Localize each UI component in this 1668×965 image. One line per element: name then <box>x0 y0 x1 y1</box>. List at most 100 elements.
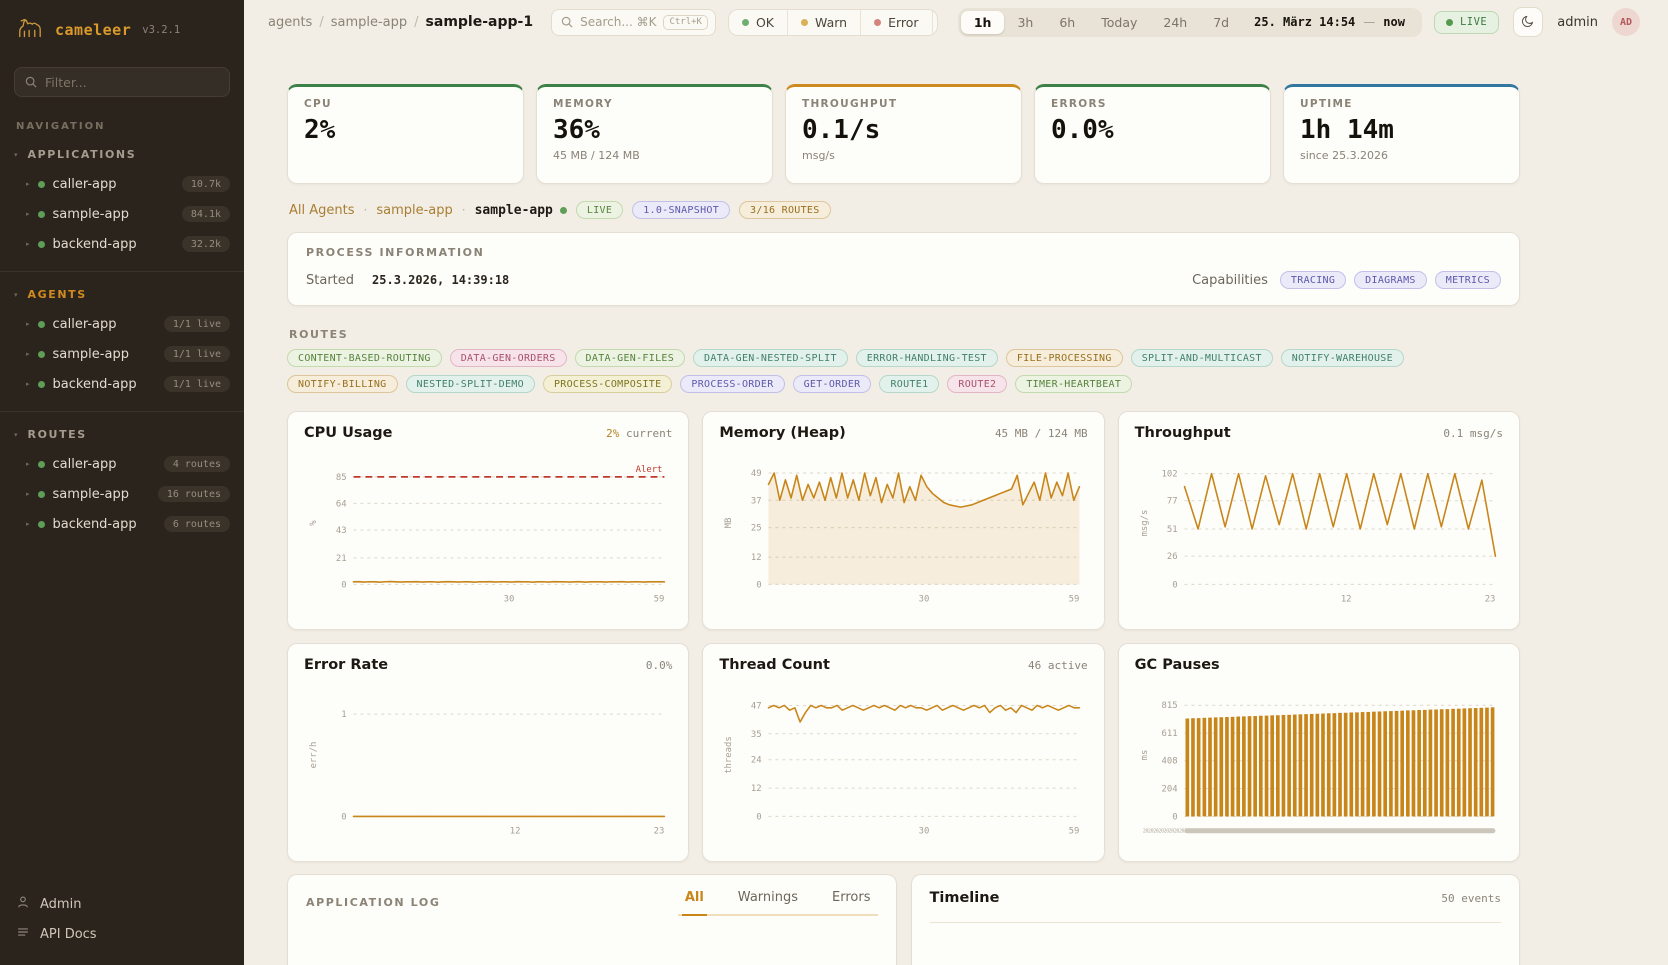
svg-text:0: 0 <box>341 812 346 822</box>
time-display[interactable]: 25. März 14:54 — now <box>1242 15 1419 29</box>
sidebar-item-caller-app[interactable]: ▸caller-app10.7k <box>0 169 244 199</box>
svg-text:102: 102 <box>1161 470 1177 480</box>
route-badge-nested-split-demo[interactable]: NESTED-SPLIT-DEMO <box>406 375 535 393</box>
chart-card-cpu-usage: CPU Usage2% current856443210%3059Alert <box>287 411 689 630</box>
range-button-24h[interactable]: 24h <box>1150 11 1200 34</box>
route-badge-notify-warehouse[interactable]: NOTIFY-WAREHOUSE <box>1281 349 1404 367</box>
route-badge-get-order[interactable]: GET-ORDER <box>793 375 872 393</box>
route-badge-file-processing[interactable]: FILE-PROCESSING <box>1006 349 1123 367</box>
route-badge-timer-heartbeat[interactable]: TIMER-HEARTBEAT <box>1015 375 1132 393</box>
status-filter-error[interactable]: Error <box>860 10 931 35</box>
svg-text:%: % <box>309 520 319 526</box>
sidebar-item-api-docs[interactable]: API Docs <box>16 919 228 949</box>
sidebar-item-sample-app[interactable]: ▸sample-app1/1 live <box>0 339 244 369</box>
chart-meta: 0.1 msg/s <box>1443 427 1503 440</box>
route-badge-content-based-routing[interactable]: CONTENT-BASED-ROUTING <box>287 349 442 367</box>
avatar[interactable]: AD <box>1612 8 1640 36</box>
chart-header: Memory (Heap)45 MB / 124 MB <box>719 425 1087 441</box>
svg-text:msg/s: msg/s <box>1140 510 1150 537</box>
status-dot-icon <box>38 211 45 218</box>
sidebar-section-routes: ▾ROUTES▸caller-app4 routes ▸ sample-app 16 … <box>0 411 244 543</box>
sidebar-item-sample-app[interactable]: ▸sample-app84.1k <box>0 199 244 229</box>
api-docs-link-label: API Docs <box>40 927 97 942</box>
status-filter-warn[interactable]: Warn <box>787 10 860 35</box>
time-from: 25. März 14:54 <box>1254 15 1355 29</box>
route-badge-data-gen-nested-split[interactable]: DATA-GEN-NESTED-SPLIT <box>693 349 848 367</box>
sidebar-item-badge: 16 routes <box>158 486 230 502</box>
range-button-3h[interactable]: 3h <box>1004 11 1046 34</box>
sidebar-item-label: sample-app <box>53 347 156 362</box>
stat-sub: since 25.3.2026 <box>1300 149 1503 162</box>
route-badge-process-order[interactable]: PROCESS-ORDER <box>680 375 784 393</box>
svg-text:0: 0 <box>1172 580 1177 590</box>
breadcrumb-sample-app[interactable]: sample-app <box>331 15 407 30</box>
context-link-sample-app[interactable]: sample-app <box>376 203 452 218</box>
route-badge-data-gen-orders[interactable]: DATA-GEN-ORDERS <box>450 349 567 367</box>
sidebar-item-sample-app[interactable]: ▸ sample-app 16 routes <box>0 479 244 509</box>
status-filter-ok[interactable]: OK <box>729 10 787 35</box>
sidebar-filter[interactable] <box>14 67 230 97</box>
route-badge-notify-billing[interactable]: NOTIFY-BILLING <box>287 375 398 393</box>
log-tab-errors[interactable]: Errors <box>829 890 873 914</box>
chart-card-throughput: Throughput0.1 msg/s1027751260msg/s1223 <box>1118 411 1520 630</box>
sidebar-item-badge: 1/1 live <box>164 376 230 392</box>
theme-toggle-button[interactable] <box>1513 7 1543 37</box>
route-badge-route1[interactable]: ROUTE1 <box>879 375 939 393</box>
log-tab-warnings[interactable]: Warnings <box>735 890 801 914</box>
global-search[interactable]: Search... ⌘K Ctrl+K <box>551 9 716 36</box>
gc-horizontal-scrollbar[interactable] <box>1184 828 1495 833</box>
route-badge-data-gen-files[interactable]: DATA-GEN-FILES <box>575 349 686 367</box>
sidebar-item-label: sample-app <box>53 207 174 222</box>
svg-text:49: 49 <box>751 469 762 479</box>
app-name: cameleer <box>55 21 131 39</box>
sidebar-item-caller-app[interactable]: ▸caller-app4 routes <box>0 449 244 479</box>
route-badge-split-and-multicast[interactable]: SPLIT-AND-MULTICAST <box>1131 349 1273 367</box>
stat-label: CPU <box>304 98 507 110</box>
log-tab-all[interactable]: All <box>682 890 707 916</box>
stat-value: 2% <box>304 115 507 145</box>
sidebar-section-header-agents[interactable]: ▾AGENTS <box>0 284 244 309</box>
chevron-right-icon: ▸ <box>26 320 30 328</box>
svg-text:47: 47 <box>751 701 762 711</box>
range-button-6h[interactable]: 6h <box>1046 11 1088 34</box>
chevron-right-icon: ▸ <box>26 490 30 498</box>
sidebar-section-header-routes[interactable]: ▾ROUTES <box>0 424 244 449</box>
chart-card-thread-count: Thread Count46 active473524120threads305… <box>702 643 1104 862</box>
svg-text:59: 59 <box>1069 826 1080 836</box>
sidebar-item-caller-app[interactable]: ▸caller-app1/1 live <box>0 309 244 339</box>
route-badge-route2[interactable]: ROUTE2 <box>947 375 1007 393</box>
sidebar-item-admin[interactable]: Admin <box>16 889 228 919</box>
chevron-right-icon: ▸ <box>26 210 30 218</box>
range-buttons: 1h3h6hToday24h7d <box>961 11 1242 34</box>
timeline-title: Timeline <box>930 890 1000 906</box>
person-icon <box>16 895 30 913</box>
sidebar-item-label: caller-app <box>53 317 156 332</box>
chart-title: GC Pauses <box>1135 657 1220 673</box>
timeline-card: Timeline 50 events <box>911 874 1521 965</box>
sidebar-section-header-applications[interactable]: ▾APPLICATIONS <box>0 144 244 169</box>
sidebar-item-label: sample-app <box>53 487 150 502</box>
svg-text:30: 30 <box>504 594 515 604</box>
status-dot-icon <box>874 19 881 26</box>
chart-plot: 493725120MB3059 <box>719 445 1087 609</box>
breadcrumb-current: sample-app-1 <box>426 14 534 30</box>
live-badge[interactable]: LIVE <box>1434 11 1499 34</box>
context-badge-1-0-snapshot: 1.0-SNAPSHOT <box>632 201 730 219</box>
range-button-today[interactable]: Today <box>1088 11 1150 34</box>
range-button-7d[interactable]: 7d <box>1200 11 1242 34</box>
app-version: v3.2.1 <box>142 24 180 36</box>
stat-value: 36% <box>553 115 756 145</box>
status-dot-icon <box>38 491 45 498</box>
status-filter-running[interactable]: Running <box>932 10 938 35</box>
sidebar-item-backend-app[interactable]: ▸backend-app6 routes <box>0 509 244 539</box>
range-button-1h[interactable]: 1h <box>961 11 1005 34</box>
breadcrumb-agents[interactable]: agents <box>268 15 312 30</box>
sidebar-item-backend-app[interactable]: ▸backend-app32.2k <box>0 229 244 259</box>
started-value: 25.3.2026, 14:39:18 <box>372 273 509 287</box>
context-link-all-agents[interactable]: All Agents <box>289 203 355 218</box>
route-badge-process-composite[interactable]: PROCESS-COMPOSITE <box>543 375 672 393</box>
sidebar-item-backend-app[interactable]: ▸backend-app1/1 live <box>0 369 244 399</box>
filter-input[interactable] <box>45 75 219 90</box>
route-badge-error-handling-test[interactable]: ERROR-HANDLING-TEST <box>856 349 998 367</box>
status-dot-icon <box>742 19 749 26</box>
